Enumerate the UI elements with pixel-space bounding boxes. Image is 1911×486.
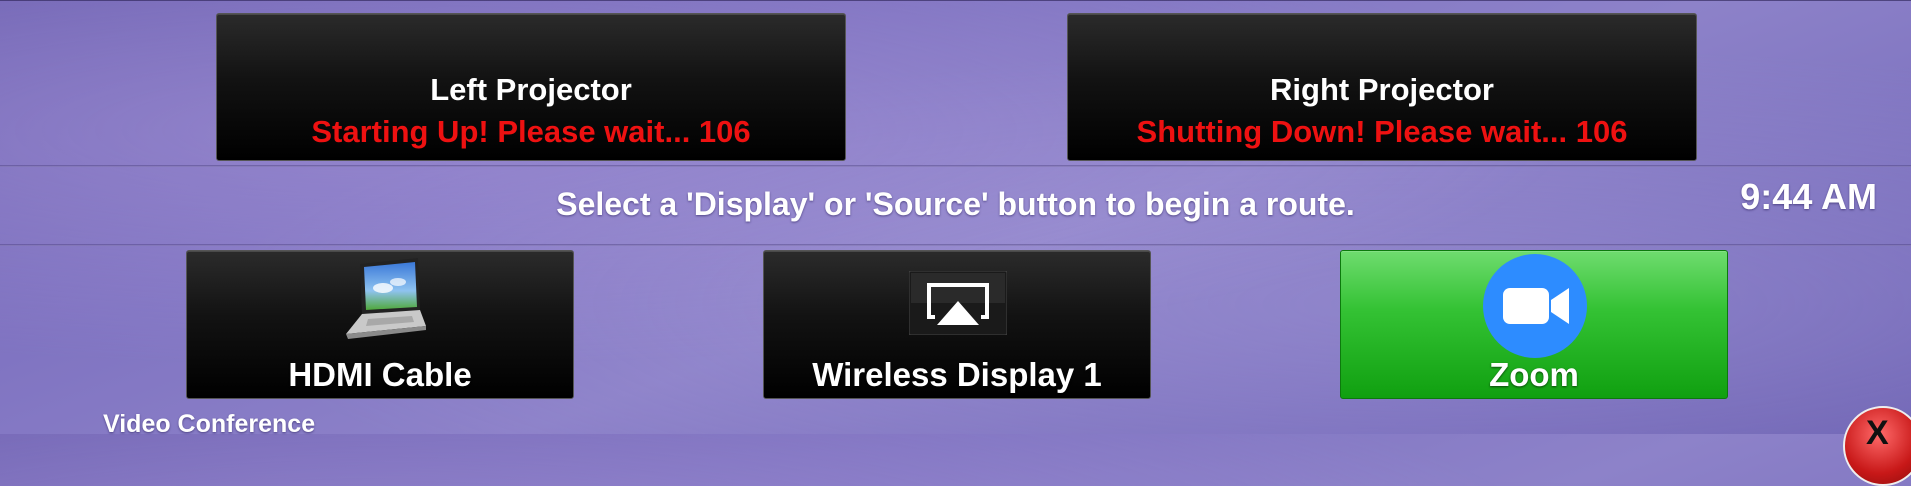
source-zoom-label: Zoom bbox=[1489, 356, 1579, 393]
airplay-icon bbox=[908, 270, 1008, 336]
divider-bottom bbox=[0, 244, 1911, 246]
left-projector-button[interactable]: Left Projector Starting Up! Please wait.… bbox=[216, 13, 846, 161]
source-wireless-display-1-button[interactable]: Wireless Display 1 bbox=[763, 250, 1151, 399]
right-projector-title: Right Projector bbox=[1270, 72, 1494, 107]
right-projector-status: Shutting Down! Please wait... 106 bbox=[1136, 114, 1628, 149]
close-button[interactable]: X bbox=[1843, 406, 1911, 486]
right-projector-button[interactable]: Right Projector Shutting Down! Please wa… bbox=[1067, 13, 1697, 161]
zoom-camera-icon bbox=[1483, 254, 1587, 358]
mode-label: Video Conference bbox=[103, 410, 316, 438]
left-projector-status: Starting Up! Please wait... 106 bbox=[311, 114, 751, 149]
left-projector-title: Left Projector bbox=[430, 72, 632, 107]
top-edge bbox=[0, 0, 1911, 1]
route-instructions: Select a 'Display' or 'Source' button to… bbox=[556, 186, 1355, 222]
clock: 9:44 AM bbox=[1740, 176, 1877, 217]
source-zoom-button[interactable]: Zoom bbox=[1340, 250, 1728, 399]
divider-top bbox=[0, 165, 1911, 167]
source-wireless-display-1-label: Wireless Display 1 bbox=[812, 356, 1102, 393]
source-hdmi-cable-button[interactable]: HDMI Cable bbox=[186, 250, 574, 399]
laptop-icon bbox=[338, 256, 428, 344]
source-hdmi-cable-label: HDMI Cable bbox=[288, 356, 472, 393]
